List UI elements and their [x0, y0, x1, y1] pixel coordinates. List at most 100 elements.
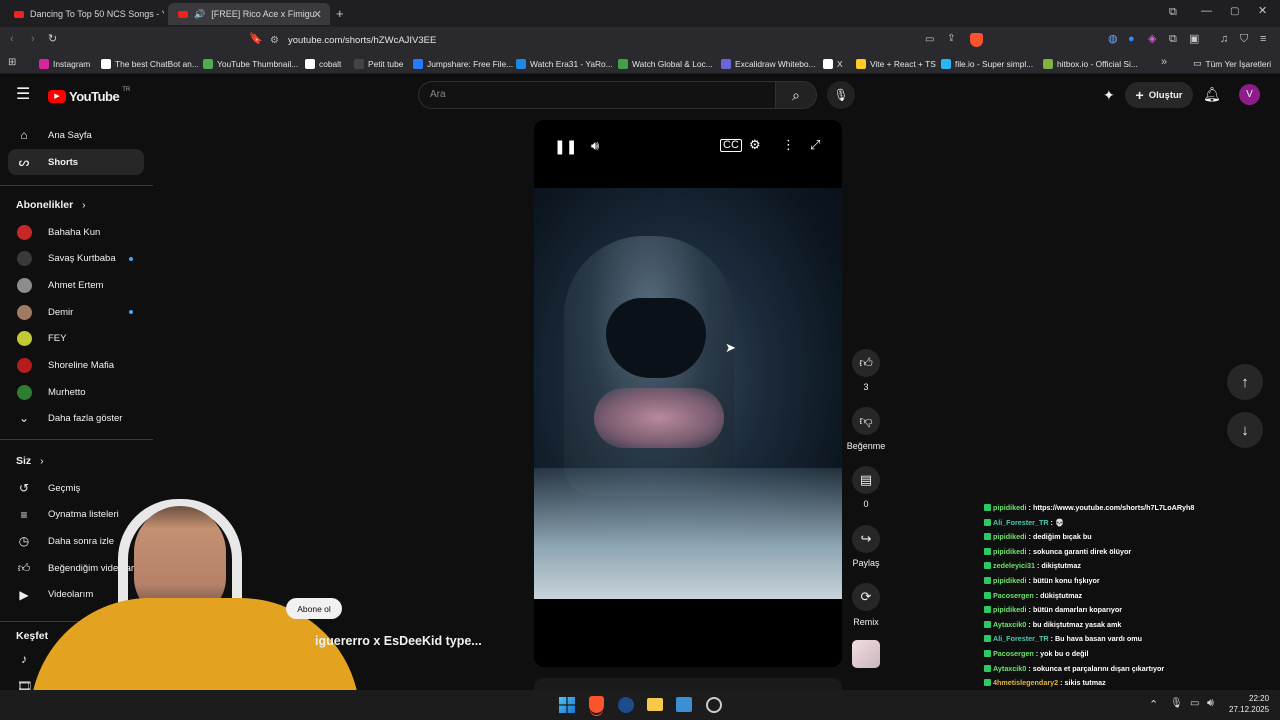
like-button[interactable]: 👍︎ — [852, 349, 880, 377]
browser-tab-active[interactable]: 🔊 [FREE] Rico Ace x Fimiguerero x EsDeeK… — [168, 3, 330, 25]
sidebar-toggle-icon[interactable]: ▣ — [1189, 34, 1199, 45]
subscription-item[interactable]: Murhetto — [8, 379, 144, 405]
create-button[interactable]: + Oluştur — [1125, 82, 1193, 108]
bookmark-item[interactable]: The best ChatBot an... — [101, 57, 199, 70]
cast-icon[interactable]: ▭ — [925, 35, 934, 45]
bookmark-item[interactable]: hitbox.io - Official Si... — [1043, 57, 1138, 70]
url-text[interactable]: youtube.com/shorts/hZWcAJIV3EE — [288, 35, 436, 46]
account-avatar[interactable]: V — [1239, 84, 1260, 105]
bookmark-item[interactable]: file.io - Super simpl... — [941, 57, 1033, 70]
forward-icon[interactable]: › — [31, 34, 35, 45]
share-button[interactable]: ↪ — [852, 525, 880, 553]
minimize-button[interactable]: — — [1201, 6, 1212, 17]
bookmark-item[interactable]: Instagram — [39, 57, 90, 70]
obs-icon[interactable] — [706, 697, 722, 713]
tray-overflow-icon[interactable]: ⌃ — [1149, 698, 1158, 711]
shorts-player[interactable]: ❚❚ 🔊︎ CC ⚙ ⋮ ⤢ — [534, 120, 842, 667]
bookmark-item[interactable]: Excalidraw Whitebo... — [721, 57, 816, 70]
file-explorer-icon[interactable] — [647, 698, 663, 711]
extensions-icon[interactable]: ⧉ — [1169, 7, 1177, 18]
bookmark-item[interactable]: X — [823, 57, 843, 70]
all-bookmarks-folder[interactable]: ▭ Tüm Yer İşaretleri — [1193, 57, 1271, 70]
brave-browser-icon[interactable] — [589, 696, 604, 713]
sound-thumbnail[interactable] — [852, 640, 880, 668]
subscription-item[interactable]: Demir — [8, 299, 144, 325]
bookmark-label: X — [837, 58, 843, 69]
clock-time[interactable]: 22:20 — [1249, 694, 1269, 703]
search-box[interactable]: Ara — [418, 81, 775, 109]
maximize-button[interactable]: ▢ — [1230, 7, 1239, 17]
microphone-tray-icon[interactable]: 🎙 — [1170, 698, 1183, 709]
dislike-button[interactable]: 👎︎ — [852, 407, 880, 435]
show-more-button[interactable]: ⌄ Daha fazla göster — [8, 405, 144, 431]
bookmark-item[interactable]: Watch Era31 - YaRo... — [516, 57, 613, 70]
subscribe-button[interactable]: Abone ol — [286, 598, 342, 619]
search-button[interactable]: ⌕ — [775, 81, 817, 109]
vpn-icon[interactable]: ⛉ — [1240, 34, 1248, 45]
you-header[interactable]: Siz › — [16, 455, 44, 467]
share-icon[interactable]: ⇪ — [947, 34, 955, 44]
more-bookmarks-icon[interactable]: » — [1161, 57, 1167, 68]
chevron-down-icon: ⌄ — [18, 411, 30, 425]
start-icon[interactable] — [559, 697, 575, 713]
media-icon[interactable]: ♫ — [1220, 34, 1228, 45]
fullscreen-icon[interactable]: ⤢ — [810, 138, 820, 151]
previous-short-button[interactable]: ↑ — [1227, 364, 1263, 400]
bookmark-item[interactable]: Petit tube — [354, 57, 403, 70]
chat-badge-icon — [984, 518, 991, 526]
subscription-item[interactable]: Ahmet Ertem — [8, 272, 144, 298]
bookmark-item[interactable]: Jumpshare: Free File... — [413, 57, 513, 70]
microphone-icon: 🎙 — [833, 88, 849, 102]
chat-message: Aytaxcik0: sokunca et parçalarını dışarı … — [984, 664, 1164, 673]
remix-button[interactable]: ⟳ — [852, 583, 880, 611]
extension-icon[interactable]: ◈ — [1148, 34, 1156, 45]
search-input[interactable]: Ara — [430, 89, 446, 100]
settings-icon[interactable]: ⚙ — [749, 138, 761, 151]
close-window-button[interactable]: ✕ — [1258, 6, 1267, 17]
close-tab-icon[interactable]: ✕ — [313, 8, 322, 21]
subscription-item[interactable]: Bahaha Kun — [8, 219, 144, 245]
subscriptions-header[interactable]: Abonelikler › — [16, 199, 86, 211]
apps-grid-icon[interactable]: ⊞ — [8, 58, 16, 68]
bookmark-page-icon[interactable]: 🔖 — [249, 34, 263, 45]
hamburger-menu-icon[interactable]: ☰ — [16, 87, 30, 103]
menu-icon[interactable]: ≡ — [1260, 34, 1266, 45]
youtube-logo[interactable]: ▶ YouTube TR — [48, 87, 130, 105]
more-options-icon[interactable]: ⋮ — [782, 138, 795, 151]
volume-icon[interactable]: 🔊︎ — [591, 139, 599, 152]
address-bar[interactable]: ⚙ youtube.com/shorts/hZWcAJIV3EE — [270, 30, 992, 51]
video-frame[interactable] — [534, 188, 842, 599]
captions-icon[interactable]: CC — [720, 139, 742, 152]
bookmark-item[interactable]: cobalt — [305, 57, 341, 70]
subscription-item[interactable]: Shoreline Mafia — [8, 353, 144, 379]
notifications-bell-icon[interactable]: 🔔︎ — [1203, 86, 1221, 103]
bookmark-item[interactable]: YouTube Thumbnail... — [203, 57, 298, 70]
network-icon[interactable]: ▭ — [1190, 698, 1199, 709]
bookmark-item[interactable]: Watch Global & Loc... — [618, 57, 713, 70]
bookmark-item[interactable]: Vite + React + TS — [856, 57, 936, 70]
extension-icon[interactable]: ⧉ — [1169, 34, 1177, 45]
browser-tab[interactable]: Dancing To Top 50 NCS Songs - YouTube — [4, 3, 164, 25]
pause-icon[interactable]: ❚❚ — [554, 139, 577, 153]
store-icon[interactable] — [676, 697, 692, 712]
subscription-item[interactable]: Savaş Kurtbaba — [8, 246, 144, 272]
voice-search-button[interactable]: 🎙 — [827, 81, 855, 109]
subscription-item[interactable]: FEY — [8, 326, 144, 352]
remix-label: Remix — [853, 617, 879, 627]
steam-icon[interactable] — [618, 697, 634, 713]
extension-icon[interactable]: ◍ — [1108, 34, 1118, 45]
clock-date[interactable]: 27.12.2025 — [1229, 705, 1269, 714]
studio-icon[interactable]: ✦ — [1103, 87, 1115, 104]
speaker-icon[interactable]: 🔊︎ — [1207, 697, 1214, 710]
sidebar-item-home[interactable]: ⌂ Ana Sayfa — [8, 122, 144, 148]
new-tab-button[interactable]: + — [336, 7, 344, 20]
site-info-icon[interactable]: ⚙ — [270, 35, 279, 46]
reload-icon[interactable]: ↻ — [48, 34, 57, 45]
extension-icon[interactable]: ● — [1128, 34, 1135, 45]
comments-button[interactable]: ▤ — [852, 466, 880, 494]
brave-shield-icon[interactable] — [970, 33, 983, 47]
back-icon[interactable]: ‹ — [10, 34, 14, 45]
next-short-button[interactable]: ↓ — [1227, 412, 1263, 448]
short-title[interactable]: iguererro x EsDeeKid type... — [315, 634, 482, 648]
sidebar-item-shorts[interactable]: ᔕ Shorts — [8, 149, 144, 175]
